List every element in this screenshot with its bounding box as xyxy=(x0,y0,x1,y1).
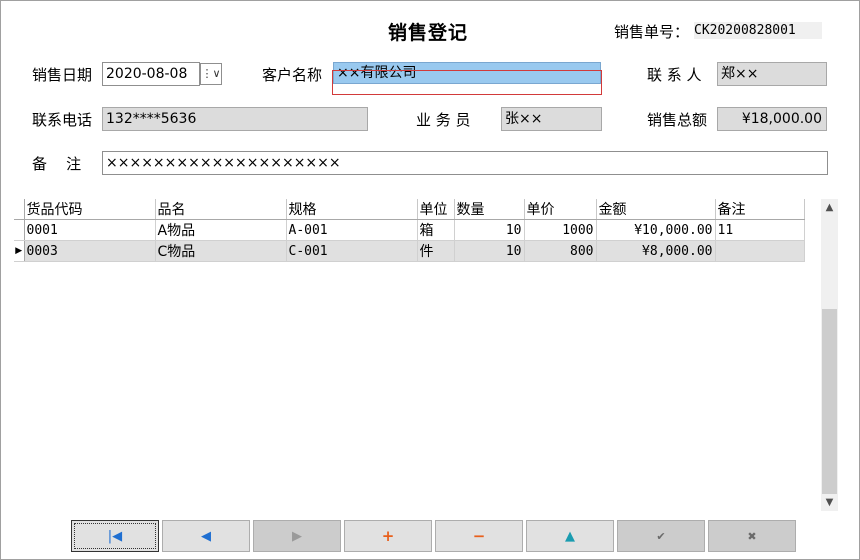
row-indicator[interactable] xyxy=(14,219,25,241)
cell-name[interactable]: A物品 xyxy=(155,219,287,241)
total-field[interactable]: ¥18,000.00 xyxy=(717,107,827,131)
previous-icon: ◀ xyxy=(201,528,211,544)
column-header[interactable]: 规格 xyxy=(286,199,418,220)
total-label: 销售总额 xyxy=(647,111,708,129)
order-number-value: CK20200828001 xyxy=(694,22,822,39)
cell-amount[interactable]: ¥10,000.00 xyxy=(596,219,716,241)
contact-field[interactable]: 郑×× xyxy=(717,62,827,86)
minus-icon: − xyxy=(472,527,486,545)
cell-price[interactable]: 1000 xyxy=(524,219,597,241)
grid-vertical-scrollbar[interactable]: ▲ ▼ xyxy=(821,199,838,511)
cell-code[interactable]: 0001 xyxy=(24,219,156,241)
cell-spec[interactable]: C-001 xyxy=(286,240,418,262)
cell-unit[interactable]: 箱 xyxy=(417,219,455,241)
remark-input[interactable]: ×××××××××××××××××××× xyxy=(102,151,828,175)
salesman-label: 业 务 员 xyxy=(416,111,471,129)
remark-label: 备 注 xyxy=(32,155,82,173)
cell-code[interactable]: 0003 xyxy=(24,240,156,262)
first-record-icon: |◀ xyxy=(107,528,123,544)
column-header[interactable]: 品名 xyxy=(155,199,287,220)
cell-note[interactable] xyxy=(715,240,805,262)
first-record-button[interactable]: |◀ xyxy=(71,520,159,552)
table-row[interactable]: ▶ 0003 C物品 C-001 件 10 800 ¥8,000.00 xyxy=(14,240,805,262)
eject-icon: ▲ xyxy=(565,528,575,544)
customer-name-label: 客户名称 xyxy=(262,66,323,84)
check-icon: ✔ xyxy=(656,529,666,543)
plus-icon: + xyxy=(381,527,395,545)
cross-icon: ✖ xyxy=(747,529,757,543)
cell-amount[interactable]: ¥8,000.00 xyxy=(596,240,716,262)
delete-record-button[interactable]: − xyxy=(435,520,523,552)
cell-qty[interactable]: 10 xyxy=(454,240,525,262)
cell-unit[interactable]: 件 xyxy=(417,240,455,262)
page-title: 销售登记 xyxy=(388,22,469,44)
column-header[interactable]: 数量 xyxy=(454,199,525,220)
cell-price[interactable]: 800 xyxy=(524,240,597,262)
column-header[interactable]: 货品代码 xyxy=(24,199,156,220)
sale-date-input[interactable]: 2020-08-08 xyxy=(102,62,200,86)
edit-record-button[interactable]: ▲ xyxy=(526,520,614,552)
items-grid: 货品代码 品名 规格 单位 数量 单价 金额 备注 0001 A物品 A-001… xyxy=(14,199,808,262)
grid-header-row: 货品代码 品名 规格 单位 数量 单价 金额 备注 xyxy=(14,199,805,220)
next-record-button[interactable]: ▶ xyxy=(253,520,341,552)
previous-record-button[interactable]: ◀ xyxy=(162,520,250,552)
date-dropdown-button[interactable]: ⋮∨ xyxy=(200,63,222,85)
save-record-button[interactable]: ✔ xyxy=(617,520,705,552)
sale-date-label: 销售日期 xyxy=(32,66,93,84)
table-row[interactable]: 0001 A物品 A-001 箱 10 1000 ¥10,000.00 11 xyxy=(14,219,805,241)
add-record-button[interactable]: + xyxy=(344,520,432,552)
phone-field[interactable]: 132****5636 xyxy=(102,107,368,131)
next-icon: ▶ xyxy=(292,528,302,544)
scrollbar-thumb[interactable] xyxy=(822,309,837,494)
customer-focus-outline xyxy=(332,70,602,95)
salesman-field[interactable]: 张×× xyxy=(501,107,602,131)
scroll-up-icon[interactable]: ▲ xyxy=(821,199,838,216)
cell-spec[interactable]: A-001 xyxy=(286,219,418,241)
order-number-label: 销售单号： xyxy=(614,23,690,41)
scroll-down-icon[interactable]: ▼ xyxy=(821,494,838,511)
column-header[interactable]: 单价 xyxy=(524,199,597,220)
cancel-edit-button[interactable]: ✖ xyxy=(708,520,796,552)
row-indicator[interactable]: ▶ xyxy=(14,240,25,262)
cell-name[interactable]: C物品 xyxy=(155,240,287,262)
cell-note[interactable]: 11 xyxy=(715,219,805,241)
contact-label: 联 系 人 xyxy=(647,66,702,84)
column-header[interactable]: 备注 xyxy=(715,199,805,220)
cell-qty[interactable]: 10 xyxy=(454,219,525,241)
column-header[interactable]: 金额 xyxy=(596,199,716,220)
phone-label: 联系电话 xyxy=(32,111,93,129)
row-selector-header xyxy=(14,199,25,220)
column-header[interactable]: 单位 xyxy=(417,199,455,220)
